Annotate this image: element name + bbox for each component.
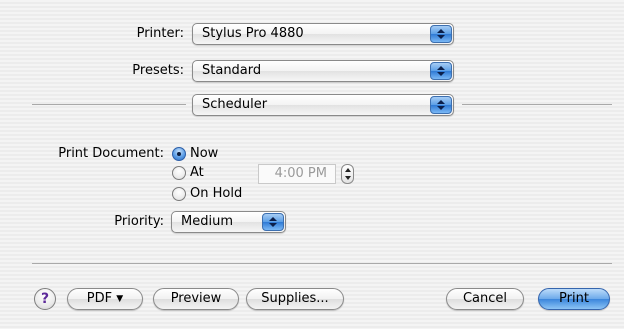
printer-popup[interactable]: Stylus Pro 4880 <box>192 23 454 45</box>
presets-value: Standard <box>202 63 262 78</box>
pdf-button-label: PDF <box>86 291 113 306</box>
radio-now-label: Now <box>190 146 219 161</box>
popup-arrows-icon <box>430 96 452 114</box>
radio-on-hold-label: On Hold <box>190 186 243 201</box>
priority-value: Medium <box>181 214 233 229</box>
separator-bottom <box>32 263 612 264</box>
priority-popup[interactable]: Medium <box>171 211 286 233</box>
stepper-down-icon <box>345 176 351 180</box>
cancel-button[interactable]: Cancel <box>446 288 524 310</box>
priority-label: Priority: <box>114 214 164 229</box>
stepper-up-icon <box>345 168 351 172</box>
panel-value: Scheduler <box>202 97 268 112</box>
help-icon: ? <box>40 291 50 307</box>
separator-right <box>462 104 612 105</box>
presets-popup[interactable]: Standard <box>192 60 454 82</box>
popup-arrows-icon <box>262 213 284 231</box>
printer-label: Printer: <box>136 26 184 41</box>
help-button[interactable]: ? <box>34 288 56 310</box>
panel-popup[interactable]: Scheduler <box>192 94 454 116</box>
preview-button[interactable]: Preview <box>153 288 239 310</box>
time-field[interactable]: 4:00 PM <box>258 164 336 184</box>
triangle-down-icon: ▼ <box>116 294 124 304</box>
pdf-button[interactable]: PDF ▼ <box>67 288 143 310</box>
presets-label: Presets: <box>132 63 184 78</box>
print-document-label: Print Document: <box>58 146 164 161</box>
supplies-button[interactable]: Supplies... <box>246 288 344 310</box>
separator-left <box>32 104 186 105</box>
popup-arrows-icon <box>430 62 452 80</box>
printer-value: Stylus Pro 4880 <box>202 26 304 41</box>
popup-arrows-icon <box>430 25 452 43</box>
radio-at-label: At <box>190 165 204 180</box>
print-button[interactable]: Print <box>538 288 610 310</box>
radio-at[interactable] <box>172 166 186 180</box>
time-stepper[interactable] <box>341 164 354 184</box>
radio-now[interactable] <box>172 147 186 161</box>
radio-on-hold[interactable] <box>172 187 186 201</box>
